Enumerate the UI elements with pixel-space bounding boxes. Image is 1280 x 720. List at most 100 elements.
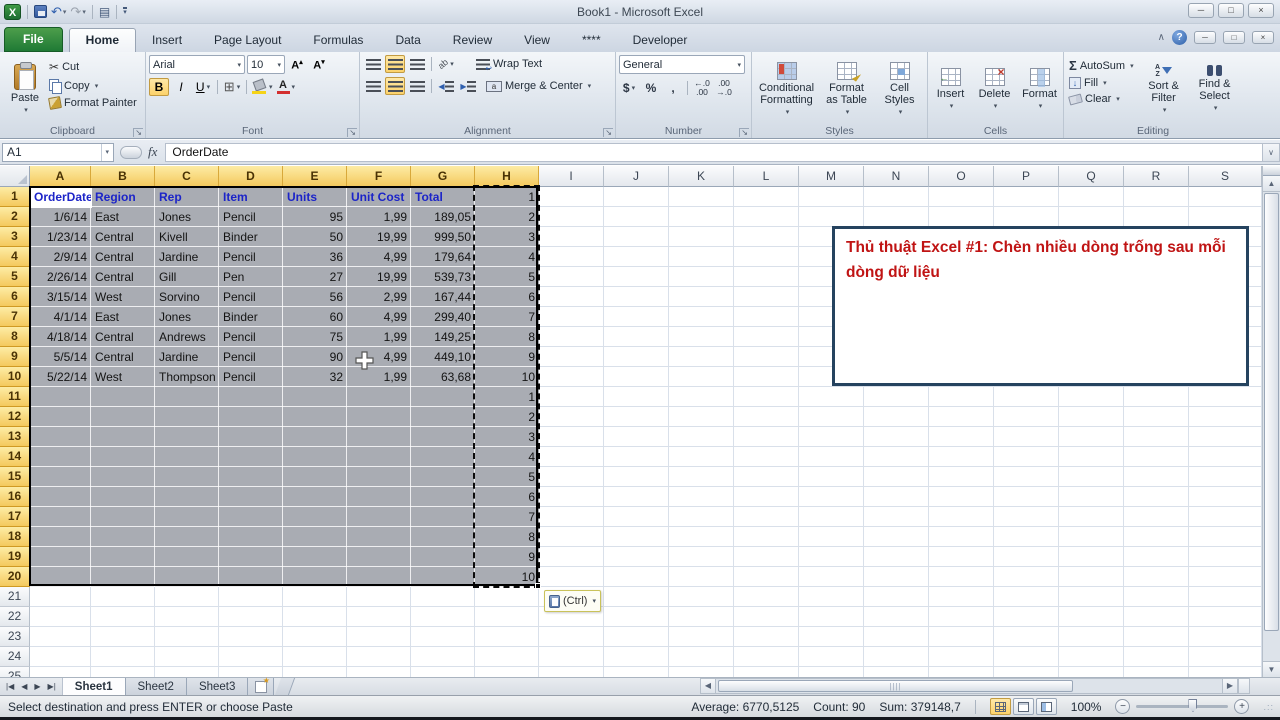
cell-H20[interactable]: 10 bbox=[475, 567, 539, 587]
top-align-button[interactable] bbox=[363, 55, 383, 73]
sort-filter-button[interactable]: AZ Sort & Filter▾ bbox=[1142, 55, 1186, 122]
cell-C8[interactable]: Andrews bbox=[155, 327, 219, 347]
row-header-11[interactable]: 11 bbox=[0, 387, 30, 407]
cell-F6[interactable]: 2,99 bbox=[347, 287, 411, 307]
grow-font-button[interactable]: A▴ bbox=[287, 56, 307, 74]
cell-H10[interactable]: 10 bbox=[475, 367, 539, 387]
tab-home[interactable]: Home bbox=[69, 28, 136, 52]
underline-button[interactable]: U▾ bbox=[193, 78, 213, 96]
cell-B9[interactable]: Central bbox=[91, 347, 155, 367]
page-break-view-button[interactable] bbox=[1036, 698, 1057, 715]
column-header-S[interactable]: S bbox=[1189, 166, 1262, 187]
cell-G8[interactable]: 149,25 bbox=[411, 327, 475, 347]
chevron-down-icon[interactable]: ▾ bbox=[101, 144, 109, 161]
row-header-23[interactable]: 23 bbox=[0, 627, 30, 647]
copy-button[interactable]: Copy▾ bbox=[47, 78, 139, 93]
vertical-split-handle[interactable] bbox=[1263, 166, 1280, 176]
cell-D6[interactable]: Pencil bbox=[219, 287, 283, 307]
cell-E6[interactable]: 56 bbox=[283, 287, 347, 307]
cell-B10[interactable]: West bbox=[91, 367, 155, 387]
tab-file[interactable]: File bbox=[4, 27, 63, 52]
cell-F10[interactable]: 1,99 bbox=[347, 367, 411, 387]
cell-B2[interactable]: East bbox=[91, 207, 155, 227]
minimize-ribbon-icon[interactable]: ∧ bbox=[1158, 32, 1165, 43]
format-cells-button[interactable]: Format▾ bbox=[1020, 55, 1060, 122]
cell-E2[interactable]: 95 bbox=[283, 207, 347, 227]
cell-E1[interactable]: Units bbox=[283, 187, 347, 207]
shrink-font-button[interactable]: A▾ bbox=[309, 56, 329, 74]
horizontal-scroll-track[interactable] bbox=[716, 678, 1222, 694]
number-format-combo[interactable]: General▾ bbox=[619, 55, 745, 74]
decrease-decimal-button[interactable]: .00→.0 bbox=[714, 79, 734, 97]
sheet-tab-sheet3[interactable]: Sheet3 bbox=[187, 678, 248, 695]
tab-splitter[interactable] bbox=[275, 678, 295, 695]
row-header-14[interactable]: 14 bbox=[0, 447, 30, 467]
column-header-C[interactable]: C bbox=[155, 166, 219, 187]
cell-H1[interactable]: 1 bbox=[475, 187, 539, 207]
orientation-button[interactable]: ab▾ bbox=[436, 55, 456, 73]
cell-A5[interactable]: 2/26/14 bbox=[30, 267, 91, 287]
formula-input[interactable]: OrderDate bbox=[165, 143, 1262, 162]
page-layout-view-button[interactable] bbox=[1013, 698, 1034, 715]
cell-D10[interactable]: Pencil bbox=[219, 367, 283, 387]
format-as-table-button[interactable]: Format as Table▾ bbox=[821, 55, 873, 122]
cell-D7[interactable]: Binder bbox=[219, 307, 283, 327]
cell-C10[interactable]: Thompson bbox=[155, 367, 219, 387]
insert-cells-button[interactable]: Insert▾ bbox=[932, 55, 970, 122]
sheet-tab-sheet2[interactable]: Sheet2 bbox=[126, 678, 187, 695]
accounting-format-button[interactable]: $▾ bbox=[619, 79, 639, 97]
cell-C6[interactable]: Sorvino bbox=[155, 287, 219, 307]
row-header-20[interactable]: 20 bbox=[0, 567, 30, 587]
row-header-19[interactable]: 19 bbox=[0, 547, 30, 567]
row-header-25[interactable]: 25 bbox=[0, 667, 30, 677]
font-size-combo[interactable]: 10▾ bbox=[247, 55, 285, 74]
last-sheet-icon[interactable]: ▶| bbox=[45, 681, 59, 692]
cell-G5[interactable]: 539,73 bbox=[411, 267, 475, 287]
cell-E8[interactable]: 75 bbox=[283, 327, 347, 347]
cell-F8[interactable]: 1,99 bbox=[347, 327, 411, 347]
cell-H17[interactable]: 7 bbox=[475, 507, 539, 527]
row-header-8[interactable]: 8 bbox=[0, 327, 30, 347]
cell-H4[interactable]: 4 bbox=[475, 247, 539, 267]
merge-center-button[interactable]: aMerge & Center▾ bbox=[484, 79, 593, 93]
row-header-4[interactable]: 4 bbox=[0, 247, 30, 267]
column-header-L[interactable]: L bbox=[734, 166, 799, 187]
cell-H7[interactable]: 7 bbox=[475, 307, 539, 327]
row-header-10[interactable]: 10 bbox=[0, 367, 30, 387]
cell-C7[interactable]: Jones bbox=[155, 307, 219, 327]
close-button[interactable]: × bbox=[1248, 3, 1274, 18]
fill-handle[interactable] bbox=[535, 583, 541, 589]
horizontal-scroll-thumb[interactable] bbox=[718, 680, 1073, 692]
normal-view-button[interactable] bbox=[990, 698, 1011, 715]
vertical-scroll-thumb[interactable] bbox=[1264, 193, 1279, 631]
cell-H8[interactable]: 8 bbox=[475, 327, 539, 347]
middle-align-button[interactable] bbox=[385, 55, 405, 73]
clear-button[interactable]: Clear▾ bbox=[1067, 92, 1136, 106]
row-header-18[interactable]: 18 bbox=[0, 527, 30, 547]
cell-B1[interactable]: Region bbox=[91, 187, 155, 207]
cell-D9[interactable]: Pencil bbox=[219, 347, 283, 367]
restore-button[interactable]: □ bbox=[1218, 3, 1244, 18]
cell-G7[interactable]: 299,40 bbox=[411, 307, 475, 327]
cell-B5[interactable]: Central bbox=[91, 267, 155, 287]
formula-bar-divider[interactable] bbox=[120, 146, 142, 159]
name-box[interactable]: A1▾ bbox=[2, 143, 114, 162]
scroll-left-icon[interactable]: ◀ bbox=[700, 678, 716, 694]
format-painter-button[interactable]: Format Painter bbox=[47, 96, 139, 110]
workbook-minimize-button[interactable]: ─ bbox=[1194, 31, 1216, 44]
workbook-restore-button[interactable]: □ bbox=[1223, 31, 1245, 44]
cell-C4[interactable]: Jardine bbox=[155, 247, 219, 267]
cell-B7[interactable]: East bbox=[91, 307, 155, 327]
cell-H9[interactable]: 9 bbox=[475, 347, 539, 367]
scroll-up-icon[interactable]: ▲ bbox=[1263, 176, 1280, 192]
row-header-7[interactable]: 7 bbox=[0, 307, 30, 327]
cut-button[interactable]: ✂Cut bbox=[47, 59, 139, 75]
cell-C9[interactable]: Jardine bbox=[155, 347, 219, 367]
cell-F7[interactable]: 4,99 bbox=[347, 307, 411, 327]
cell-H2[interactable]: 2 bbox=[475, 207, 539, 227]
cell-G1[interactable]: Total bbox=[411, 187, 475, 207]
row-header-1[interactable]: 1 bbox=[0, 187, 30, 207]
vertical-scrollbar[interactable]: ▲ ▼ bbox=[1262, 166, 1280, 677]
column-header-O[interactable]: O bbox=[929, 166, 994, 187]
cell-F1[interactable]: Unit Cost bbox=[347, 187, 411, 207]
